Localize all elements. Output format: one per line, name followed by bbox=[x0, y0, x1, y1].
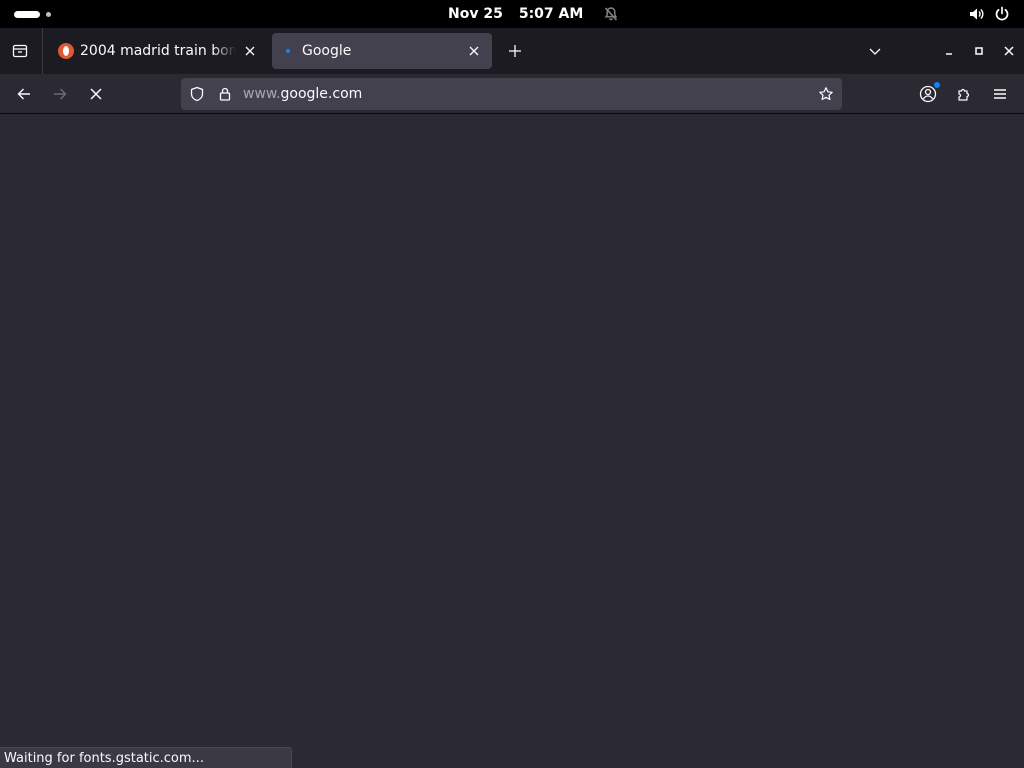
close-icon bbox=[1004, 46, 1014, 56]
minimize-button[interactable] bbox=[934, 36, 964, 66]
tab-title: Google bbox=[302, 43, 352, 59]
close-window-button[interactable] bbox=[994, 36, 1024, 66]
app-menu-button[interactable] bbox=[984, 78, 1016, 110]
stop-button[interactable] bbox=[80, 78, 112, 110]
firefox-view-button[interactable] bbox=[8, 39, 32, 63]
url-prefix: www. bbox=[243, 86, 281, 102]
navigation-toolbar: www. google.com bbox=[0, 74, 1024, 114]
firefox-view-icon bbox=[12, 44, 28, 58]
chevron-down-icon bbox=[869, 48, 881, 55]
tracking-protection-shield-icon[interactable] bbox=[189, 86, 205, 102]
notifications-muted-icon bbox=[605, 7, 618, 21]
list-all-tabs-button[interactable] bbox=[860, 36, 890, 66]
system-tray[interactable] bbox=[968, 0, 1010, 28]
stop-icon bbox=[90, 88, 102, 100]
forward-button[interactable] bbox=[44, 78, 76, 110]
back-button[interactable] bbox=[8, 78, 40, 110]
url-text[interactable]: www. google.com bbox=[243, 78, 362, 110]
minimize-icon bbox=[946, 53, 952, 55]
status-panel: Waiting for fonts.gstatic.com... bbox=[0, 747, 292, 768]
hamburger-menu-icon bbox=[994, 89, 1006, 99]
url-bar[interactable]: www. google.com bbox=[181, 78, 842, 110]
arrow-left-icon bbox=[17, 88, 30, 100]
tab-strip-separator bbox=[42, 28, 43, 74]
url-domain: google.com bbox=[280, 86, 363, 102]
tab-close-button[interactable] bbox=[242, 43, 258, 59]
duckduckgo-icon bbox=[58, 43, 74, 59]
tab-close-button[interactable] bbox=[466, 43, 482, 59]
system-top-bar: Nov 25 5:07 AM bbox=[0, 0, 1024, 28]
maximize-button[interactable] bbox=[964, 36, 994, 66]
tab-madrid-bombings[interactable]: 2004 madrid train bombings bbox=[48, 33, 268, 69]
tab-google[interactable]: Google bbox=[272, 33, 492, 69]
page-content-area[interactable] bbox=[0, 115, 1024, 768]
lock-icon[interactable] bbox=[217, 86, 233, 102]
maximize-icon bbox=[975, 47, 983, 55]
tab-title: 2004 madrid train bombings bbox=[80, 43, 236, 59]
new-tab-button[interactable] bbox=[503, 39, 527, 63]
workspace-indicator-dot bbox=[46, 11, 51, 17]
window-controls bbox=[860, 28, 1024, 74]
clock-button[interactable]: Nov 25 5:07 AM bbox=[448, 0, 619, 28]
tab-strip: 2004 madrid train bombings Google bbox=[0, 28, 1024, 74]
close-icon bbox=[469, 46, 479, 56]
account-icon bbox=[919, 85, 937, 103]
extensions-button[interactable] bbox=[948, 78, 980, 110]
clock-time: 5:07 AM bbox=[518, 6, 584, 22]
power-icon bbox=[995, 6, 1009, 21]
arrow-right-icon bbox=[54, 88, 67, 100]
puzzle-piece-icon bbox=[958, 88, 970, 101]
bookmark-star-icon[interactable] bbox=[818, 86, 834, 102]
close-icon bbox=[245, 46, 255, 56]
account-button[interactable] bbox=[912, 78, 944, 110]
volume-icon bbox=[970, 8, 984, 20]
plus-icon bbox=[509, 45, 521, 57]
account-notification-dot bbox=[934, 82, 940, 88]
loading-dot-icon bbox=[282, 43, 298, 59]
clock-date: Nov 25 bbox=[448, 6, 503, 22]
workspace-indicator-active bbox=[14, 10, 40, 18]
activities-button[interactable] bbox=[14, 9, 51, 19]
